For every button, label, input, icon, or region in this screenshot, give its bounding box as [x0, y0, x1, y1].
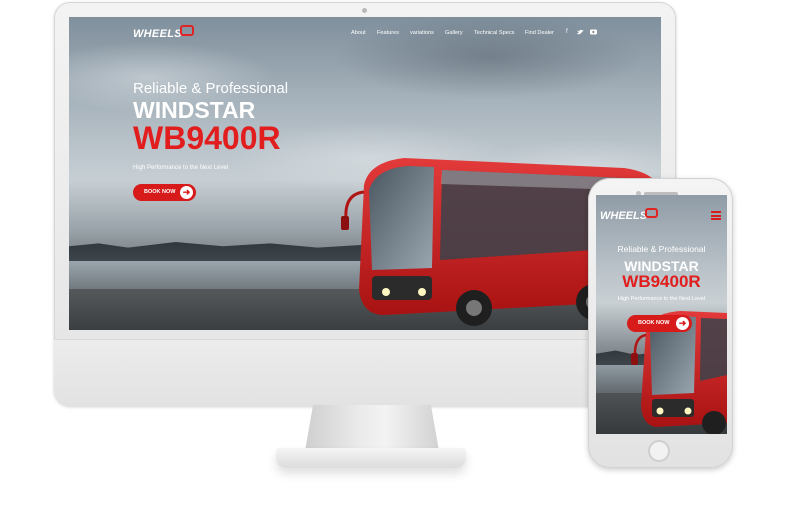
nav-about[interactable]: About [351, 30, 366, 36]
hamburger-icon[interactable] [711, 211, 721, 220]
mobile-screen: WHEELS Reliable & Professional WINDSTAR … [596, 195, 727, 434]
twitter-icon[interactable] [577, 29, 584, 37]
bus-logo-icon [180, 25, 194, 36]
monitor-chin [54, 339, 676, 407]
monitor-stand [305, 405, 439, 451]
nav-find-dealer[interactable]: Find Dealer [525, 30, 554, 36]
nav-variations[interactable]: variations [410, 30, 434, 36]
hero-title-code: WB9400R [133, 120, 281, 156]
facebook-icon[interactable]: f [566, 29, 568, 35]
hero-tagline: High Performance to the Next Level [133, 165, 229, 171]
desktop-logo[interactable]: WHEELS [133, 28, 182, 40]
desktop-screen: WHEELS About Features variations Gallery… [69, 17, 661, 330]
book-now-button[interactable]: BOOK NOW ➜ [133, 184, 196, 201]
home-button[interactable] [648, 440, 670, 462]
webcam-dot [362, 8, 367, 13]
youtube-icon[interactable] [590, 29, 597, 37]
nav-technical-specs[interactable]: Technical Specs [474, 30, 514, 36]
nav-gallery[interactable]: Gallery [445, 30, 463, 36]
book-now-button[interactable]: BOOK NOW ➜ [627, 315, 692, 332]
book-now-label: BOOK NOW [144, 189, 176, 195]
monitor-base [276, 448, 466, 468]
hero-kicker: Reliable & Professional [133, 80, 289, 97]
mobile-logo[interactable]: WHEELS [600, 210, 647, 222]
bus-logo-icon [645, 208, 658, 218]
hero-tagline: High Performance to the Next Level [617, 296, 706, 302]
nav-features[interactable]: Features [377, 30, 399, 36]
hero-title-code: WB9400R [622, 272, 701, 291]
arrow-right-icon: ➜ [180, 186, 193, 199]
arrow-right-icon: ➜ [676, 317, 689, 330]
book-now-label: BOOK NOW [638, 320, 670, 326]
hero-kicker: Reliable & Professional [617, 244, 706, 254]
